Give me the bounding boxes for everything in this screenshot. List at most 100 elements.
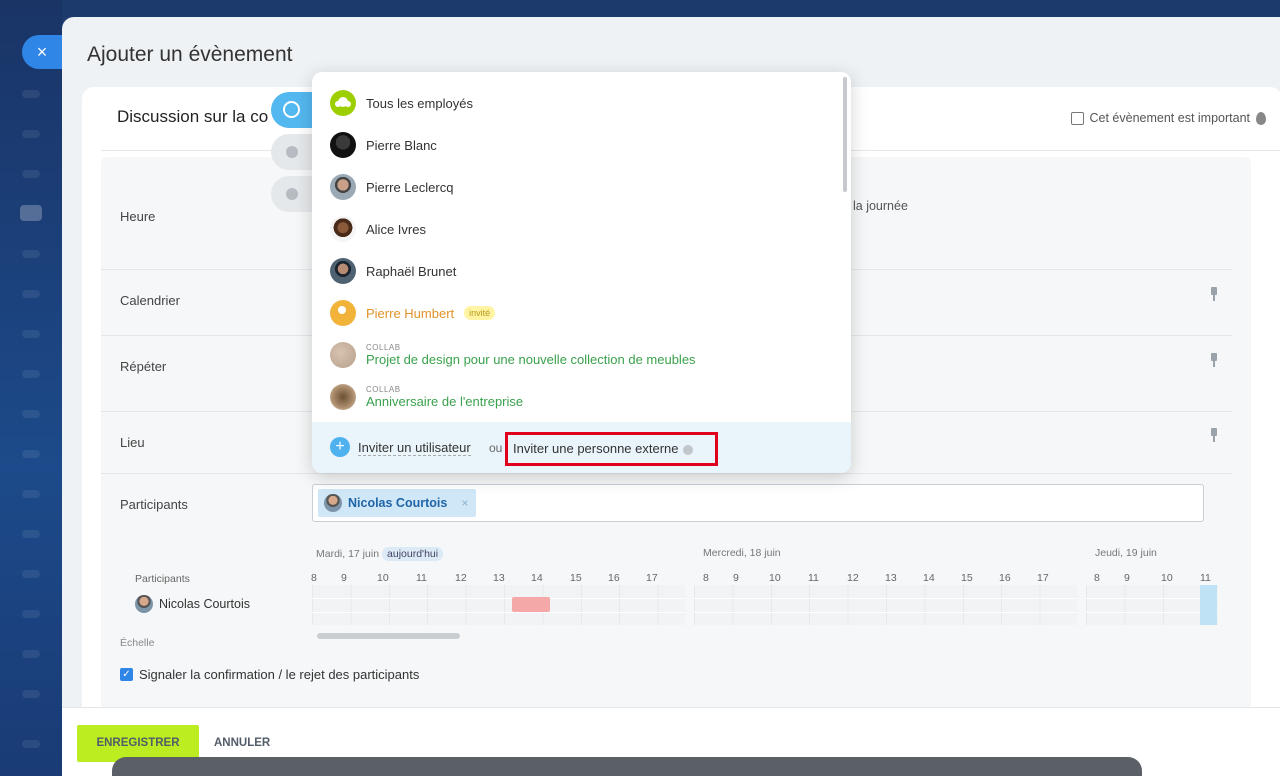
timeline-person-name: Nicolas Courtois [159,597,251,611]
hour-label: 14 [923,572,935,584]
notify-option[interactable]: ✓ Signaler la confirmation / le rejet de… [120,667,419,682]
help-icon[interactable] [682,444,693,455]
users-tab-icon[interactable] [271,134,313,170]
today-badge: aujourd'hui [382,547,444,561]
timeline-grid[interactable] [312,585,685,625]
hour-label: 9 [1124,572,1130,584]
grid-line [312,598,685,599]
dropdown-scrollbar[interactable] [843,77,847,192]
repeat-label: Répéter [120,359,167,374]
flame-icon [1256,111,1266,125]
os-dock [112,757,1142,776]
cancel-button[interactable]: ANNULER [214,737,270,749]
timeline-grid[interactable] [1086,585,1218,625]
hour-label: 10 [377,572,389,584]
recent-tab-icon[interactable] [271,92,313,128]
participant-chip-name: Nicolas Courtois [348,496,448,510]
timeline-grid[interactable] [694,585,1077,625]
sidebar-icon[interactable] [22,570,40,578]
sidebar-icon[interactable] [22,610,40,618]
sidebar-icon[interactable] [22,290,40,298]
important-toggle[interactable]: Cet évènement est important [1070,111,1266,125]
hour-label: 10 [769,572,781,584]
participants-field[interactable]: Nicolas Courtois × [312,484,1204,522]
list-item-label: Pierre Leclercq [366,179,454,195]
dropdown-footer: + Inviter un utilisateur ou Inviter une … [312,422,851,473]
pin-icon[interactable] [1210,287,1218,301]
participants-label: Participants [120,497,188,512]
list-item-label: Pierre Blanc [366,137,437,153]
hour-label: 13 [493,572,505,584]
busy-slot[interactable] [512,597,550,612]
sidebar-icon[interactable] [22,650,40,658]
sidebar-icon[interactable] [22,740,40,748]
grid-line [694,612,1077,613]
hour-label: 14 [531,572,543,584]
invite-user-link[interactable]: Inviter un utilisateur [358,440,471,456]
list-item[interactable]: Pierre Leclercq [330,174,453,200]
page-title: Ajouter un évènement [87,43,293,66]
participant-chip[interactable]: Nicolas Courtois × [318,489,477,517]
grid-line [312,612,685,613]
chat-icon [283,101,300,118]
list-item[interactable]: Alice Ivres [330,216,426,242]
list-item[interactable]: Pierre Blanc [330,132,437,158]
important-checkbox[interactable] [1070,111,1084,125]
hour-label: 8 [311,572,317,584]
plus-icon[interactable]: + [330,437,350,457]
hour-label: 11 [1200,572,1211,584]
sidebar-icon[interactable] [22,250,40,258]
sidebar-icon[interactable] [22,170,40,178]
day-label: Mardi, 17 juin aujourd'hui [316,547,444,561]
allday-label[interactable]: la journée [853,199,908,213]
hour-label: 17 [646,572,658,584]
sidebar-icon[interactable] [22,450,40,458]
top-bar [62,0,1280,17]
sidebar-icon[interactable] [22,370,40,378]
sidebar-icon[interactable] [22,690,40,698]
avatar [330,216,356,242]
selected-slot[interactable] [1200,585,1217,625]
close-icon[interactable]: × [22,35,62,69]
sidebar-icon[interactable] [22,410,40,418]
list-item[interactable]: Tous les employés [330,90,473,116]
invited-user-icon [330,300,356,326]
invite-external-label: Inviter une personne externe [513,441,679,456]
timeline-scrollbar[interactable] [317,633,460,639]
group-icon [330,90,356,116]
time-label: Heure [120,209,156,224]
scale-label[interactable]: Échelle [120,637,154,649]
invited-badge: invité [464,306,496,320]
or-label: ou [489,441,503,455]
important-label: Cet évènement est important [1089,111,1251,125]
list-item[interactable]: Pierre Humbert invité [330,300,496,326]
groups-icon [286,188,298,200]
hour-label: 10 [1161,572,1173,584]
user-selector-dropdown: Tous les employés Pierre Blanc Pierre Le… [312,72,851,473]
avatar [330,132,356,158]
location-label: Lieu [120,435,145,450]
invite-external-link[interactable]: Inviter une personne externe [505,432,718,466]
hour-label: 12 [847,572,859,584]
list-item[interactable]: COLLAB Projet de design pour une nouvell… [330,342,696,368]
pin-icon[interactable] [1210,353,1218,367]
hour-label: 13 [885,572,897,584]
avatar [135,595,153,613]
list-item[interactable]: Raphaël Brunet [330,258,456,284]
list-item[interactable]: COLLAB Anniversaire de l'entreprise [330,384,523,410]
hour-label: 11 [808,572,819,584]
remove-icon[interactable]: × [461,496,468,510]
sidebar-icon[interactable] [22,490,40,498]
sidebar-icon[interactable] [22,530,40,538]
sidebar-icon[interactable] [22,130,40,138]
list-item-label: Anniversaire de l'entreprise [366,394,524,409]
check-icon[interactable]: ✓ [120,668,133,681]
sidebar-icon-active[interactable] [20,205,42,221]
groups-tab-icon[interactable] [271,176,313,212]
hour-label: 8 [1094,572,1100,584]
event-name-input[interactable]: Discussion sur la co [117,107,268,127]
pin-icon[interactable] [1210,428,1218,442]
sidebar-icon[interactable] [22,330,40,338]
day-label: Mercredi, 18 juin [703,547,781,559]
sidebar-icon[interactable] [22,90,40,98]
